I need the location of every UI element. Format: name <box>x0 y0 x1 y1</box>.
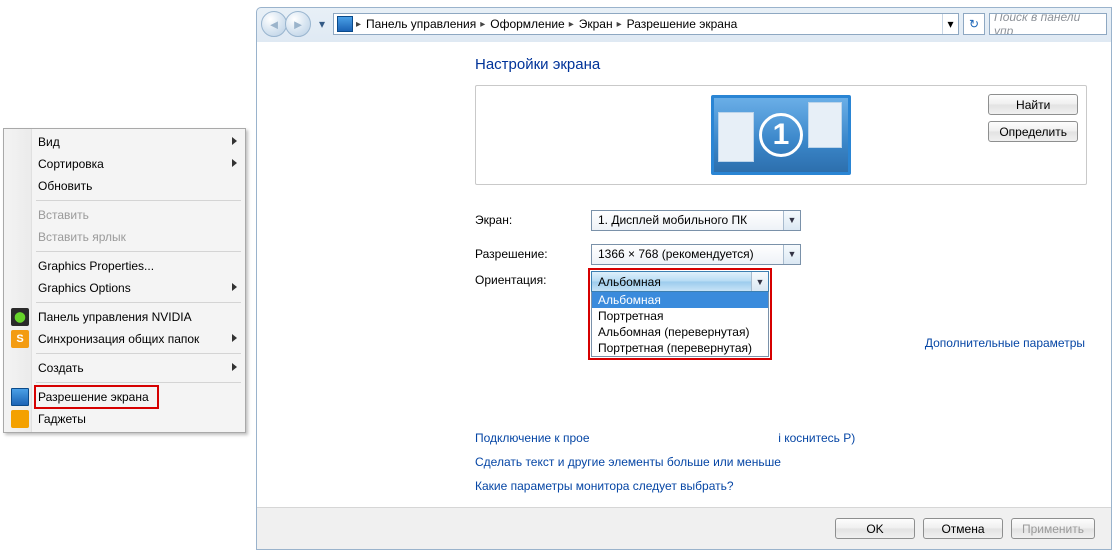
back-button[interactable]: ◄ <box>261 11 287 37</box>
chevron-right-icon: ▸ <box>617 19 622 30</box>
dialog-footer: OK Отмена Применить <box>257 507 1111 549</box>
ctx-paste-shortcut: Вставить ярлык <box>6 226 243 248</box>
page-title: Настройки экрана <box>475 56 1087 73</box>
orientation-option[interactable]: Альбомная (перевернутая) <box>592 324 768 340</box>
separator <box>36 382 241 383</box>
breadcrumb[interactable]: Панель управления <box>362 17 480 31</box>
chevron-right-icon <box>232 137 237 145</box>
orientation-dropdown-list: Альбомная Портретная Альбомная (переверн… <box>591 291 769 357</box>
ctx-gadgets[interactable]: Гаджеты <box>6 408 243 430</box>
chevron-right-icon: ▸ <box>569 19 574 30</box>
orientation-option[interactable]: Портретная (перевернутая) <box>592 340 768 356</box>
chevron-right-icon <box>232 363 237 371</box>
separator <box>36 302 241 303</box>
chevron-down-icon: ▼ <box>751 272 768 291</box>
monitor-number-badge: 1 <box>759 113 803 157</box>
address-dropdown[interactable]: ▾ <box>942 14 958 34</box>
address-bar[interactable]: ▸ Панель управления ▸ Оформление ▸ Экран… <box>333 13 959 35</box>
advanced-settings-link[interactable]: Дополнительные параметры <box>925 336 1085 350</box>
projector-hint: Подключение к прое і коснитесь P) <box>475 431 1087 445</box>
display-preview-pane: 1 Найти Определить <box>475 85 1087 185</box>
content-area: Настройки экрана 1 Найти Определить Экра… <box>257 42 1111 549</box>
resolution-select[interactable]: 1366 × 768 (рекомендуется) ▼ <box>591 244 801 265</box>
ok-button[interactable]: OK <box>835 518 915 539</box>
chevron-down-icon: ▼ <box>783 245 800 264</box>
chevron-right-icon <box>232 283 237 291</box>
gadget-icon <box>11 410 29 428</box>
cancel-button[interactable]: Отмена <box>923 518 1003 539</box>
breadcrumb[interactable]: Разрешение экрана <box>623 17 742 31</box>
chevron-right-icon <box>232 334 237 342</box>
search-input[interactable]: Поиск в панели упр <box>989 13 1107 35</box>
separator <box>36 251 241 252</box>
desktop-context-menu: Вид Сортировка Обновить Вставить Вставит… <box>3 128 246 433</box>
ctx-sort[interactable]: Сортировка <box>6 153 243 175</box>
resolution-label: Разрешение: <box>475 247 591 261</box>
ctx-screen-resolution[interactable]: Разрешение экрана <box>6 386 243 408</box>
history-dropdown[interactable]: ▾ <box>315 13 329 35</box>
orientation-highlight: Альбомная ▼ Альбомная Портретная Альбомн… <box>591 271 769 357</box>
nvidia-icon: ⬤ <box>11 308 29 326</box>
ctx-nvidia[interactable]: ⬤ Панель управления NVIDIA <box>6 306 243 328</box>
text-size-link[interactable]: Сделать текст и другие элементы больше и… <box>475 455 1087 469</box>
apply-button[interactable]: Применить <box>1011 518 1095 539</box>
ctx-refresh[interactable]: Обновить <box>6 175 243 197</box>
refresh-button[interactable]: ↻ <box>963 13 985 35</box>
control-panel-icon <box>337 16 353 32</box>
monitor-icon <box>11 388 29 406</box>
orientation-option[interactable]: Альбомная <box>592 292 768 308</box>
screen-label: Экран: <box>475 213 591 227</box>
forward-button[interactable]: ► <box>285 11 311 37</box>
chevron-right-icon: ▸ <box>356 19 361 30</box>
search-placeholder: Поиск в панели упр <box>994 13 1102 35</box>
detect-button[interactable]: Определить <box>988 121 1078 142</box>
chevron-right-icon: ▸ <box>480 19 485 30</box>
ctx-graphics-options[interactable]: Graphics Options <box>6 277 243 299</box>
navigation-row: ◄ ► ▾ ▸ Панель управления ▸ Оформление ▸… <box>257 8 1111 38</box>
ctx-paste: Вставить <box>6 204 243 226</box>
ctx-graphics-properties[interactable]: Graphics Properties... <box>6 255 243 277</box>
breadcrumb[interactable]: Оформление <box>486 17 568 31</box>
which-settings-link[interactable]: Какие параметры монитора следует выбрать… <box>475 479 1087 493</box>
chevron-right-icon <box>232 159 237 167</box>
orientation-option[interactable]: Портретная <box>592 308 768 324</box>
separator <box>36 200 241 201</box>
orientation-select[interactable]: Альбомная ▼ <box>591 271 769 292</box>
orientation-label: Ориентация: <box>475 271 591 287</box>
screen-select[interactable]: 1. Дисплей мобильного ПК ▼ <box>591 210 801 231</box>
ctx-new[interactable]: Создать <box>6 357 243 379</box>
ctx-sync-folders[interactable]: S Синхронизация общих папок <box>6 328 243 350</box>
find-button[interactable]: Найти <box>988 94 1078 115</box>
chevron-down-icon: ▼ <box>783 211 800 230</box>
screen-resolution-window: ◄ ► ▾ ▸ Панель управления ▸ Оформление ▸… <box>256 7 1112 550</box>
separator <box>36 353 241 354</box>
breadcrumb[interactable]: Экран <box>575 17 617 31</box>
sync-icon: S <box>11 330 29 348</box>
monitor-thumbnail[interactable]: 1 <box>711 95 851 175</box>
ctx-view[interactable]: Вид <box>6 131 243 153</box>
